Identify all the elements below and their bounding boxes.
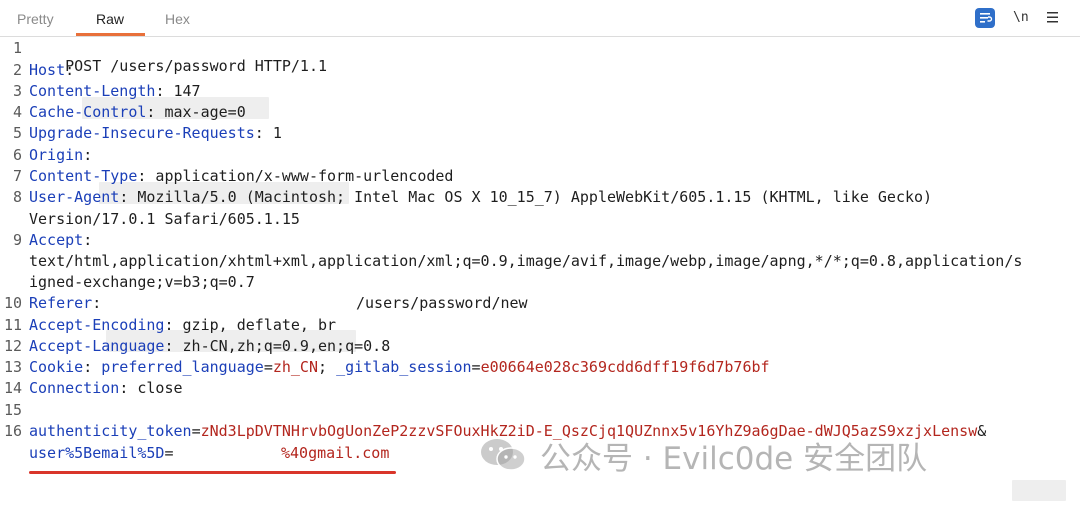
header-value: Version/17.0.1 Safari/605.1.15 xyxy=(29,210,300,228)
line-number: 12 xyxy=(3,337,22,355)
header-value: max-age=0 xyxy=(155,103,246,121)
cookie-value: e00664e028c369cdd6dff19f6d7b76bf xyxy=(480,358,770,376)
referer-path: /users/password/new xyxy=(356,294,528,312)
annotation-underline xyxy=(29,471,396,474)
line-number: 4 xyxy=(12,103,22,121)
header-value: igned-exchange;v=b3;q=0.7 xyxy=(29,273,255,291)
request-line-text: POST /users/password HTTP/1.1 xyxy=(65,57,328,75)
header-accept-value: text/html,application/xhtml+xml,applicat… xyxy=(29,252,1022,270)
cookie-separator: ; xyxy=(318,358,337,376)
hamburger-menu-icon xyxy=(1047,12,1058,23)
header-user-agent-continued: Version/17.0.1 Safari/605.1.15 xyxy=(29,210,300,228)
email-domain: %40gmail.com xyxy=(281,444,389,462)
header-content-length: Content-Length: 147 xyxy=(29,82,201,100)
wrap-lines-icon xyxy=(980,13,993,23)
param-name: authenticity_token xyxy=(29,422,192,440)
word-wrap-toggle-button[interactable] xyxy=(975,8,995,28)
watermark-text: 公众号 · Evilc0de 安全团队 xyxy=(540,440,928,477)
tab-hex[interactable]: Hex xyxy=(165,11,190,27)
show-newlines-button[interactable]: \n xyxy=(1013,10,1029,30)
header-name: Cache-Control xyxy=(29,103,147,121)
watermark: 公众号 · Evilc0de 安全团队 xyxy=(478,435,928,477)
header-accept-value-continued: igned-exchange;v=b3;q=0.7 xyxy=(29,273,255,291)
header-cookie: Cookie: preferred_language=zh_CN; _gitla… xyxy=(29,358,770,376)
header-name: Origin xyxy=(29,146,84,164)
header-host: Host: xyxy=(29,61,75,79)
cookie-value: zh_CN xyxy=(272,358,318,376)
header-content-type: Content-Type: application/x-www-form-url… xyxy=(29,167,454,185)
header-connection: Connection: close xyxy=(29,379,183,397)
header-value: 147 xyxy=(164,82,201,100)
param-value: %40gmail.com xyxy=(281,444,390,462)
header-name: Accept-Language xyxy=(29,337,165,355)
line-number: 9 xyxy=(12,231,22,249)
header-accept: Accept: xyxy=(29,231,93,249)
line-number: 3 xyxy=(12,82,22,100)
body-param-user-email: user%5Bemail%5D= xyxy=(29,444,174,462)
header-value: Mozilla/5.0 (Macintosh; Intel Mac OS X 1… xyxy=(128,188,933,206)
redacted-email-user xyxy=(185,480,280,502)
options-menu-button[interactable] xyxy=(1046,9,1060,29)
line-number: 16 xyxy=(3,422,22,440)
header-value: close xyxy=(128,379,183,397)
header-name: Content-Type xyxy=(29,167,138,185)
line-number: 8 xyxy=(12,188,22,206)
param-name: user%5Bemail%5D xyxy=(29,444,165,462)
header-value: application/x-www-form-urlencoded xyxy=(146,167,454,185)
line-number: 15 xyxy=(3,401,22,419)
header-cache-control: Cache-Control: max-age=0 xyxy=(29,103,246,121)
tab-raw[interactable]: Raw xyxy=(96,11,124,27)
header-value: 1 xyxy=(263,124,282,142)
header-upgrade-insecure-requests: Upgrade-Insecure-Requests: 1 xyxy=(29,124,282,142)
line-number: 6 xyxy=(12,146,22,164)
redacted-overflow xyxy=(1012,480,1066,501)
line-number: 1 xyxy=(12,39,22,57)
header-value: gzip, deflate, br xyxy=(173,316,337,334)
line-number: 5 xyxy=(12,124,22,142)
line-number: 10 xyxy=(3,294,22,312)
tab-pretty[interactable]: Pretty xyxy=(17,11,54,27)
header-name: Upgrade-Insecure-Requests xyxy=(29,124,255,142)
line-number: 13 xyxy=(3,358,22,376)
header-name: User-Agent xyxy=(29,188,120,206)
line-number: 7 xyxy=(12,167,22,185)
header-accept-encoding: Accept-Encoding: gzip, deflate, br xyxy=(29,316,337,334)
header-referer: Referer: xyxy=(29,294,102,312)
cookie-name: _gitlab_session xyxy=(336,358,472,376)
header-name: Content-Length xyxy=(29,82,156,100)
header-name: Accept xyxy=(29,231,84,249)
active-tab-indicator xyxy=(76,33,145,36)
header-name: Accept-Encoding xyxy=(29,316,165,334)
header-origin: Origin: xyxy=(29,146,93,164)
param-separator: & xyxy=(977,422,987,440)
header-value: text/html,application/xhtml+xml,applicat… xyxy=(29,252,1023,270)
message-tab-bar: Pretty Raw Hex \n xyxy=(0,0,1080,37)
header-name: Cookie xyxy=(29,358,84,376)
cookie-name: preferred_language xyxy=(101,358,264,376)
wechat-logo-icon xyxy=(481,439,526,471)
line-number: 14 xyxy=(3,379,22,397)
header-name: Host xyxy=(29,61,66,79)
header-name: Referer xyxy=(29,294,93,312)
header-value: zh-CN,zh;q=0.9,en;q=0.8 xyxy=(173,337,391,355)
header-accept-language: Accept-Language: zh-CN,zh;q=0.9,en;q=0.8 xyxy=(29,337,391,355)
header-user-agent: User-Agent: Mozilla/5.0 (Macintosh; Inte… xyxy=(29,188,933,206)
line-number: 11 xyxy=(3,316,22,334)
header-name: Connection xyxy=(29,379,120,397)
line-number: 2 xyxy=(12,61,22,79)
header-value: /users/password/new xyxy=(356,294,528,312)
